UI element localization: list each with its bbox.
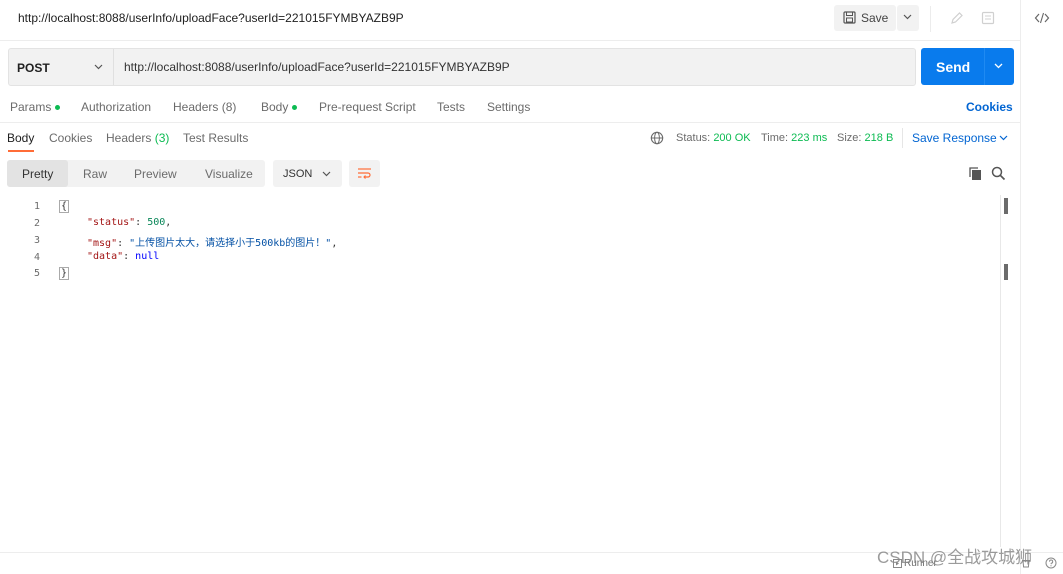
divider: [930, 6, 931, 32]
code-line: "data": null: [87, 251, 160, 262]
divider: [113, 49, 114, 85]
tab-params-label: Params: [10, 100, 52, 114]
json-number-value: 500: [147, 217, 166, 228]
active-indicator-dot: [55, 105, 61, 111]
divider: [984, 48, 985, 85]
format-select-value[interactable]: JSON: [283, 168, 312, 180]
scrollbar-thumb[interactable]: [1004, 264, 1008, 280]
view-preview-button[interactable]: Preview: [134, 167, 177, 181]
json-open-brace: {: [59, 200, 70, 213]
tab-headers[interactable]: Headers (8): [173, 100, 236, 114]
chevron-down-icon[interactable]: [999, 135, 1008, 141]
code-line: "msg": "上传图片太大，请选择小于500kb的图片！",: [87, 238, 338, 249]
chevron-down-icon: [903, 14, 912, 20]
copy-icon[interactable]: [968, 166, 983, 181]
divider: [902, 128, 903, 148]
response-tab-headers[interactable]: Headers (3): [106, 131, 169, 145]
response-tab-test-results[interactable]: Test Results: [183, 131, 248, 145]
documentation-icon[interactable]: [981, 11, 995, 25]
code-line: {: [59, 200, 70, 213]
headers-count: (3): [154, 131, 170, 145]
size-value: 218 B: [864, 132, 894, 144]
send-label[interactable]: Send: [936, 59, 970, 75]
tab-settings[interactable]: Settings: [487, 100, 530, 114]
wrap-lines-icon: [358, 168, 371, 179]
json-null-value: null: [135, 251, 160, 262]
response-tab-headers-label: Headers: [106, 131, 152, 145]
line-number: 3: [33, 235, 40, 246]
active-tab-underline: [8, 150, 34, 152]
response-tab-cookies[interactable]: Cookies: [49, 131, 92, 145]
json-close-brace: }: [59, 267, 70, 280]
size-label: Size:: [837, 132, 862, 144]
divider: [0, 122, 1020, 123]
right-sidebar-divider: [1020, 0, 1021, 574]
size-indicator: Size: 218 B: [837, 132, 893, 144]
active-indicator-dot: [292, 105, 298, 111]
view-visualize-button[interactable]: Visualize: [205, 167, 253, 181]
line-number: 5: [33, 268, 40, 279]
globe-icon[interactable]: [650, 131, 664, 145]
scrollbar-track: [1000, 195, 1001, 547]
tab-params[interactable]: Params: [10, 100, 61, 114]
tab-body-label: Body: [261, 100, 289, 114]
http-method-select[interactable]: POST: [17, 61, 50, 75]
edit-icon[interactable]: [950, 11, 964, 25]
watermark: CSDN @全战攻城狮: [877, 548, 1033, 567]
json-string-value: "上传图片太大，请选择小于500kb的图片！": [129, 238, 332, 249]
chevron-down-icon[interactable]: [94, 64, 103, 70]
save-response-button[interactable]: Save Response: [912, 131, 997, 145]
save-label: Save: [861, 11, 889, 25]
help-icon[interactable]: [1045, 557, 1057, 569]
json-key: "status": [87, 217, 136, 228]
request-title: http://localhost:8088/userInfo/uploadFac…: [18, 11, 404, 25]
code-snippet-icon[interactable]: [1034, 11, 1050, 25]
code-line: "status": 500,: [87, 217, 172, 228]
line-number: 1: [33, 201, 40, 212]
tab-authorization[interactable]: Authorization: [81, 100, 151, 114]
line-number: 4: [33, 252, 40, 263]
search-icon[interactable]: [991, 166, 1006, 181]
tab-pre-request-script[interactable]: Pre-request Script: [319, 100, 416, 114]
time-value: 223 ms: [791, 132, 828, 144]
tab-body[interactable]: Body: [261, 100, 298, 114]
response-tab-body[interactable]: Body: [7, 131, 34, 145]
cookies-link[interactable]: Cookies: [966, 100, 1013, 114]
status-label: Status:: [676, 132, 711, 144]
time-label: Time:: [761, 132, 789, 144]
view-pretty-label[interactable]: Pretty: [22, 167, 53, 181]
json-key: "data": [87, 251, 124, 262]
tab-tests[interactable]: Tests: [437, 100, 465, 114]
word-wrap-button[interactable]: [349, 160, 380, 187]
url-input[interactable]: http://localhost:8088/userInfo/uploadFac…: [124, 60, 510, 74]
status-indicator: Status: 200 OK: [676, 132, 751, 144]
line-number: 2: [33, 218, 40, 229]
json-key: "msg": [87, 238, 118, 249]
save-button[interactable]: Save: [834, 5, 896, 31]
chevron-down-icon[interactable]: [994, 63, 1003, 69]
scrollbar-marker[interactable]: [1004, 198, 1008, 214]
chevron-down-icon[interactable]: [322, 171, 331, 177]
view-raw-button[interactable]: Raw: [83, 167, 107, 181]
save-dropdown-button[interactable]: [897, 5, 919, 31]
code-line: }: [59, 267, 70, 280]
time-indicator: Time: 223 ms: [761, 132, 827, 144]
save-icon: [843, 11, 856, 24]
status-value: 200 OK: [713, 132, 751, 144]
